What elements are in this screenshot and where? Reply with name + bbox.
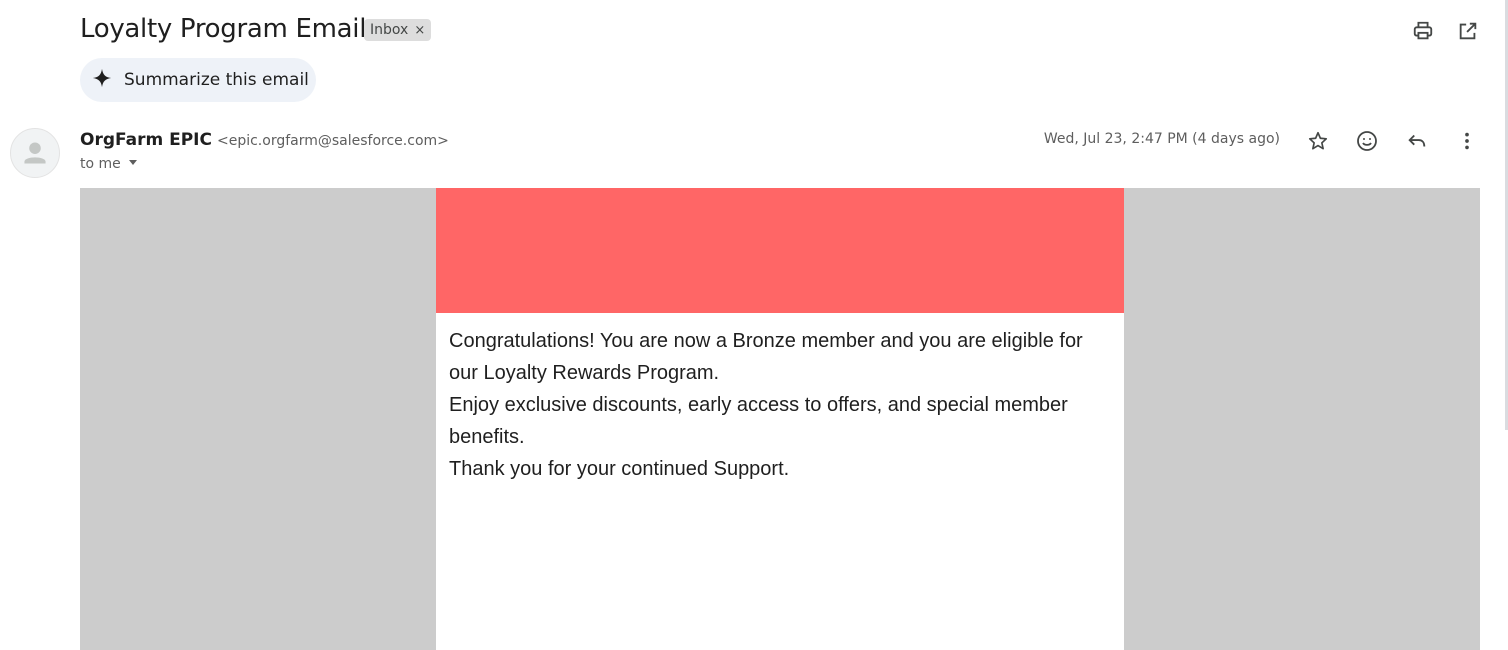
sender-avatar[interactable] xyxy=(10,128,60,178)
print-icon[interactable] xyxy=(1410,18,1436,44)
body-paragraph: Enjoy exclusive discounts, early access … xyxy=(449,394,1068,448)
email-content-card: Congratulations! You are now a Bronze me… xyxy=(436,188,1124,650)
reply-icon[interactable] xyxy=(1404,128,1430,154)
sender-name[interactable]: OrgFarm EPIC xyxy=(80,130,212,150)
body-paragraph: Thank you for your continued Support. xyxy=(449,458,790,480)
body-paragraph: Congratulations! You are now a Bronze me… xyxy=(449,330,1083,384)
sparkle-icon xyxy=(92,68,112,93)
email-body-frame: Congratulations! You are now a Bronze me… xyxy=(80,188,1480,650)
recipient-details-toggle[interactable]: to me xyxy=(80,156,139,172)
chevron-down-icon xyxy=(127,156,139,172)
open-in-new-icon[interactable] xyxy=(1455,18,1481,44)
emoji-reaction-icon[interactable] xyxy=(1354,128,1380,154)
more-vert-icon[interactable] xyxy=(1454,128,1480,154)
summarize-email-button[interactable]: Summarize this email xyxy=(80,58,316,102)
email-subject: Loyalty Program Email xyxy=(80,14,367,44)
email-date: Wed, Jul 23, 2:47 PM (4 days ago) xyxy=(1043,131,1280,147)
email-banner xyxy=(436,188,1124,313)
recipient-label: to me xyxy=(80,156,121,172)
sender-email: <epic.orgfarm@salesforce.com> xyxy=(216,133,449,149)
remove-label-icon[interactable]: × xyxy=(414,23,425,38)
email-body-text: Congratulations! You are now a Bronze me… xyxy=(436,313,1124,485)
summarize-label: Summarize this email xyxy=(124,70,309,90)
inbox-label-chip[interactable]: Inbox × xyxy=(364,19,432,41)
email-view: Loyalty Program Email Inbox × Summarize … xyxy=(0,0,1508,650)
star-icon[interactable] xyxy=(1305,128,1331,154)
sender-line: OrgFarm EPIC <epic.orgfarm@salesforce.co… xyxy=(80,130,449,150)
label-text: Inbox xyxy=(370,22,409,38)
